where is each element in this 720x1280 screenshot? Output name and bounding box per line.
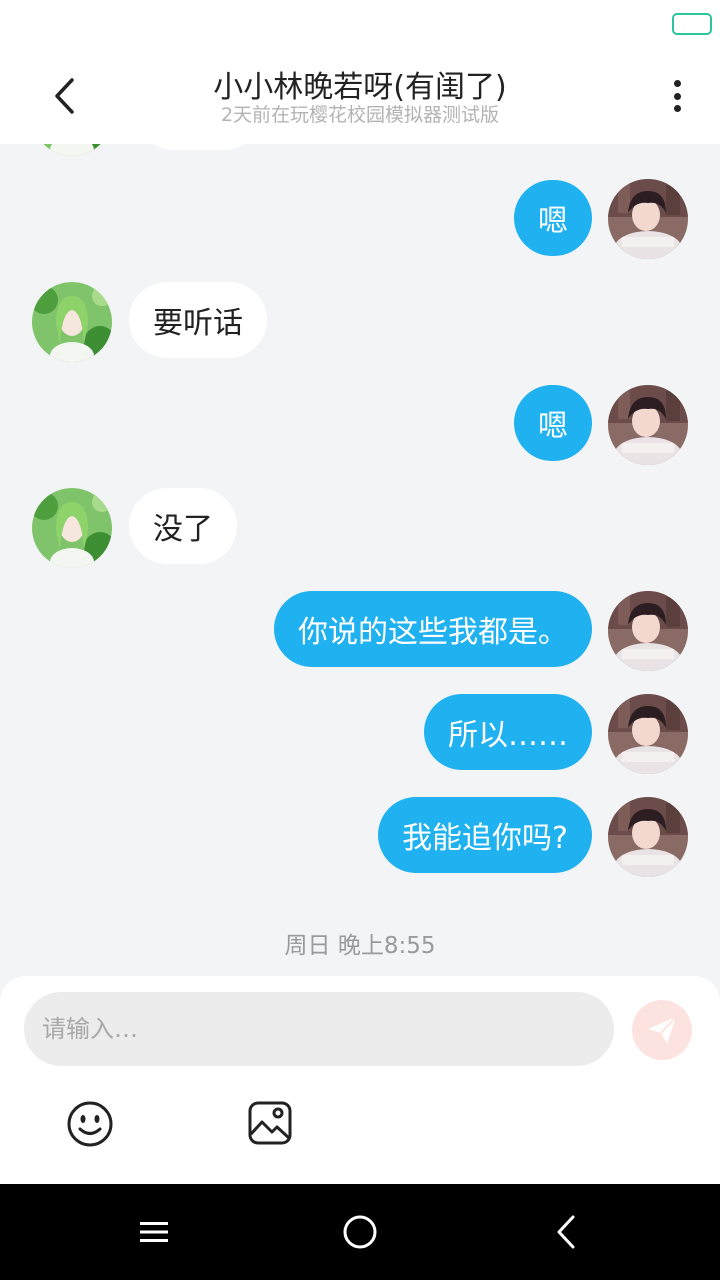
her-avatar[interactable] — [32, 282, 112, 362]
message-composer — [0, 976, 720, 1184]
message-list[interactable]: 嗯 要听话 嗯 没了 你说的这些我都是。 所以…… 我能追你吗? — [0, 144, 720, 976]
more-options-button[interactable] — [662, 76, 692, 116]
message-bubble: 没了 — [129, 488, 237, 564]
message-timestamp: 周日 晚上8:55 — [284, 933, 436, 959]
back-icon — [557, 1215, 575, 1249]
more-vertical-icon — [673, 80, 681, 87]
smiley-icon — [67, 1101, 113, 1147]
emoji-button[interactable] — [66, 1100, 114, 1148]
message-bubble: 所以…… — [424, 694, 592, 770]
message-bubble — [136, 144, 262, 150]
message-input[interactable] — [24, 992, 614, 1066]
my-avatar[interactable] — [608, 385, 688, 465]
home-circle-icon — [343, 1215, 377, 1249]
message-bubble: 我能追你吗? — [378, 797, 592, 873]
my-avatar[interactable] — [608, 179, 688, 259]
my-avatar[interactable] — [608, 591, 688, 671]
nav-menu-button[interactable] — [134, 1212, 174, 1252]
image-icon — [248, 1101, 292, 1145]
battery-icon — [672, 13, 712, 35]
menu-icon — [140, 1222, 168, 1242]
message-bubble: 嗯 — [514, 385, 592, 461]
chat-header: 小小林晚若呀(有闺了) 2天前在玩樱花校园模拟器测试版 — [0, 46, 720, 144]
her-avatar[interactable] — [32, 144, 112, 156]
her-avatar[interactable] — [32, 488, 112, 568]
message-bubble: 要听话 — [129, 282, 267, 358]
status-bar — [0, 0, 720, 46]
system-nav-bar — [0, 1184, 720, 1280]
send-button[interactable] — [632, 1000, 692, 1060]
nav-back-button[interactable] — [546, 1212, 586, 1252]
my-avatar[interactable] — [608, 694, 688, 774]
nav-home-button[interactable] — [340, 1212, 380, 1252]
contact-status: 2天前在玩樱花校园模拟器测试版 — [220, 104, 500, 126]
paper-plane-icon — [648, 1016, 677, 1044]
my-avatar[interactable] — [608, 797, 688, 877]
image-button[interactable] — [247, 1100, 293, 1146]
message-bubble: 嗯 — [514, 180, 592, 256]
message-bubble: 你说的这些我都是。 — [274, 591, 592, 667]
